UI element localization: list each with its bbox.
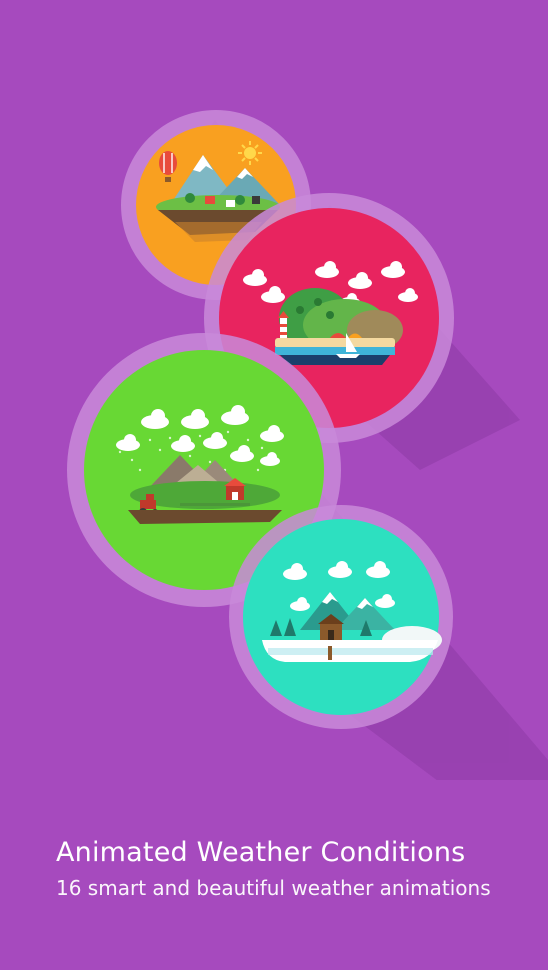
page-subtitle: 16 smart and beautiful weather animation… <box>56 876 491 900</box>
onboarding-caption: Animated Weather Conditions 16 smart and… <box>56 836 491 902</box>
snowy-scene-icon <box>229 505 453 729</box>
weather-illustrations <box>0 0 548 780</box>
page-title: Animated Weather Conditions <box>56 837 466 868</box>
